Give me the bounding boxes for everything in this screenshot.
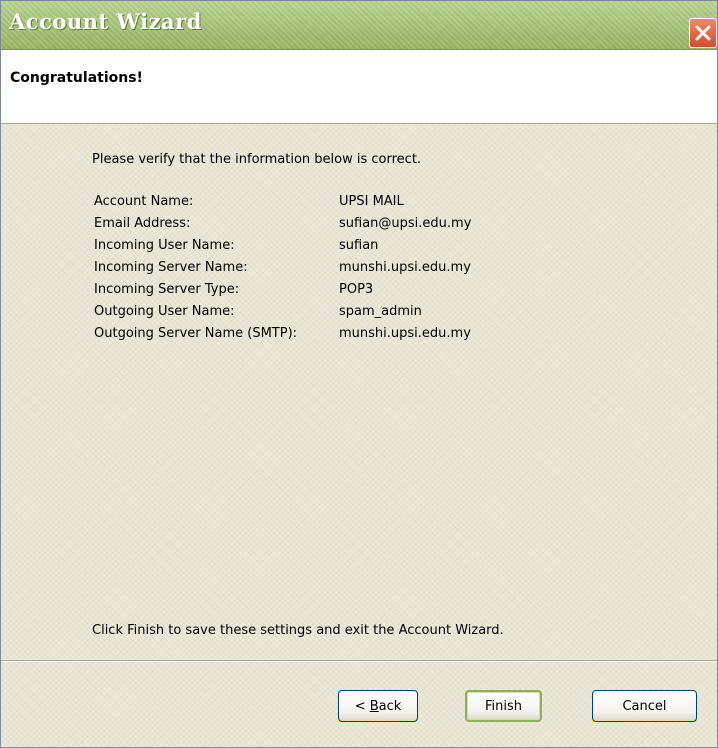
summary-row: Incoming Server Name: munshi.upsi.edu.my	[94, 256, 471, 278]
summary-row: Outgoing Server Name (SMTP): munshi.upsi…	[94, 322, 471, 344]
back-button-prefix: <	[354, 698, 370, 714]
field-value: munshi.upsi.edu.my	[339, 259, 471, 275]
field-label: Account Name:	[94, 193, 194, 209]
wizard-header: Congratulations!	[1, 50, 717, 124]
summary-row: Incoming Server Type: POP3	[94, 278, 471, 300]
window-title: Account Wizard	[9, 9, 202, 34]
field-value: spam_admin	[339, 303, 422, 319]
finish-instructions: Click Finish to save these settings and …	[92, 623, 504, 638]
field-label: Outgoing Server Name (SMTP):	[94, 325, 298, 341]
button-separator	[1, 660, 717, 662]
wizard-content: Please verify that the information below…	[1, 124, 717, 747]
field-label: Incoming Server Type:	[94, 281, 240, 297]
field-value: sufian@upsi.edu.my	[339, 215, 472, 231]
field-value: sufian	[339, 237, 379, 253]
back-button[interactable]: < Back	[338, 690, 418, 722]
finish-button-label: Finish	[484, 698, 522, 714]
back-button-accelerator: B	[369, 698, 379, 714]
close-icon	[695, 25, 711, 41]
field-value: POP3	[339, 281, 374, 297]
account-summary-table: Account Name: UPSI MAIL Email Address: s…	[94, 190, 471, 344]
field-label: Incoming Server Name:	[94, 259, 248, 275]
close-button[interactable]	[689, 18, 717, 48]
cancel-button-label: Cancel	[622, 698, 667, 714]
summary-row: Account Name: UPSI MAIL	[94, 190, 471, 212]
title-bar[interactable]: Account Wizard	[1, 1, 717, 50]
field-label: Outgoing User Name:	[94, 303, 235, 319]
intro-text: Please verify that the information below…	[92, 152, 422, 167]
field-value: munshi.upsi.edu.my	[339, 325, 471, 341]
field-label: Incoming User Name:	[94, 237, 235, 253]
summary-row: Email Address: sufian@upsi.edu.my	[94, 212, 471, 234]
page-title: Congratulations!	[10, 70, 143, 86]
back-button-rest: ack	[378, 698, 402, 714]
field-label: Email Address:	[94, 215, 191, 231]
summary-row: Incoming User Name: sufian	[94, 234, 471, 256]
account-wizard-window: Account Wizard Congratulations! Please v…	[0, 0, 718, 748]
field-value: UPSI MAIL	[339, 193, 404, 209]
summary-row: Outgoing User Name: spam_admin	[94, 300, 471, 322]
cancel-button[interactable]: Cancel	[592, 690, 697, 722]
finish-button[interactable]: Finish	[465, 690, 542, 722]
